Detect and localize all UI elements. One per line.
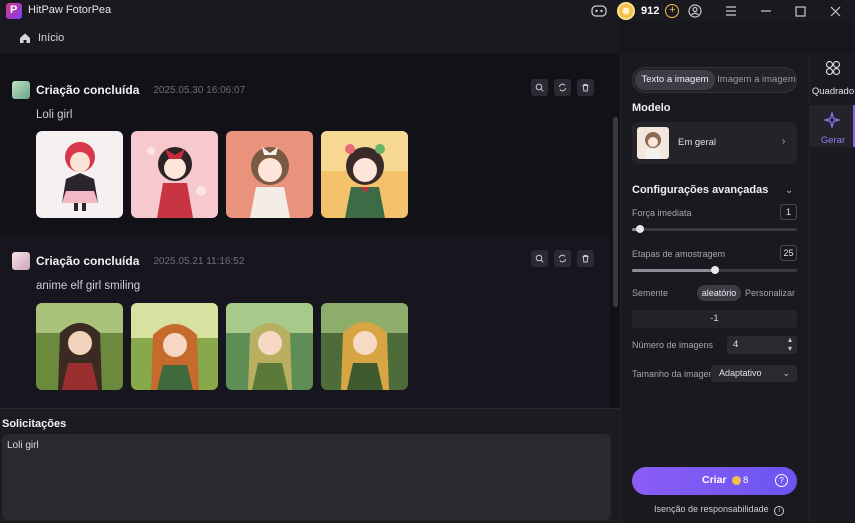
size-select[interactable]: Adaptativo ⌄ [711, 365, 797, 382]
create-label: Criar [702, 474, 727, 486]
model-name: Em geral [678, 137, 717, 148]
discord-icon[interactable] [590, 2, 608, 20]
steps-label: Etapas de amostragem [632, 249, 726, 259]
delete-button[interactable] [577, 79, 594, 96]
num-images-value: 4 [733, 339, 739, 350]
seed-custom-toggle[interactable]: Personalizar [745, 285, 795, 301]
size-value: Adaptativo [719, 368, 762, 378]
creation-feed[interactable]: Criação concluída 2025.05.30 16:06:07 Lo… [0, 53, 620, 408]
coin-balance[interactable]: 912 + [617, 1, 680, 21]
maximize-icon[interactable] [791, 2, 809, 20]
regenerate-button[interactable] [554, 79, 571, 96]
advanced-title: Configurações avançadas [632, 184, 769, 196]
regenerate-button[interactable] [554, 250, 571, 267]
tab-text-to-image[interactable]: Texto a imagem [635, 70, 715, 90]
steps-slider-knob[interactable] [711, 266, 719, 274]
home-icon [20, 33, 30, 43]
generated-image[interactable] [321, 303, 408, 390]
creation-avatar [12, 252, 30, 270]
coin-icon [732, 476, 741, 485]
chevron-down-icon[interactable]: ⌄ [785, 185, 793, 196]
add-coins-button[interactable]: + [665, 4, 680, 18]
trash-icon [582, 84, 589, 92]
generated-image[interactable] [226, 303, 313, 390]
breadcrumb-home[interactable]: Início [38, 32, 64, 44]
strength-value[interactable]: 1 [780, 204, 797, 220]
create-button[interactable]: Criar 8 ? [632, 467, 797, 495]
creation-card: Criação concluída 2025.05.30 16:06:07 Lo… [0, 65, 610, 235]
account-icon[interactable] [686, 2, 704, 20]
mode-switch: Texto a imagem Imagem a imagem [632, 67, 797, 93]
size-label: Tamanho da imagem [632, 369, 717, 379]
rail-item-gerar[interactable]: Gerar [810, 105, 855, 147]
right-rail: Quadrado Gerar [809, 53, 855, 523]
zoom-button[interactable] [531, 79, 548, 96]
card-prompt: Loli girl [36, 109, 73, 121]
seed-field[interactable]: -1 [632, 310, 797, 328]
steps-value[interactable]: 25 [780, 245, 797, 261]
app-logo [6, 3, 22, 19]
info-icon: i [774, 506, 785, 516]
steps-slider-fill [632, 269, 715, 272]
creation-avatar [12, 81, 30, 99]
model-selector[interactable]: Em geral › [632, 122, 797, 164]
model-title: Modelo [632, 102, 671, 114]
minimize-icon[interactable] [757, 2, 775, 20]
coin-icon [617, 2, 635, 20]
grid-icon [825, 60, 841, 76]
card-prompt: anime elf girl smiling [36, 280, 141, 292]
seed-random-toggle[interactable]: aleatório [697, 285, 741, 301]
generated-image[interactable] [131, 131, 218, 218]
create-cost: 8 [743, 475, 749, 486]
rail-label: Gerar [820, 135, 846, 146]
delete-button[interactable] [577, 250, 594, 267]
card-date: 2025.05.21 11:16:52 [153, 255, 245, 267]
trash-icon [582, 255, 589, 263]
prompt-input[interactable]: Loli girl [2, 434, 611, 520]
zoom-icon [535, 83, 544, 92]
zoom-button[interactable] [531, 250, 548, 267]
seed-label: Semente [632, 288, 669, 298]
prompt-area: Solicitações Loli girl [0, 408, 620, 523]
num-images-stepper[interactable]: 4 ▴ ▾ [727, 335, 797, 354]
disclaimer-link[interactable]: Isenção de responsabilidade i [654, 504, 785, 516]
strength-slider[interactable] [632, 225, 797, 233]
steps-slider[interactable] [632, 266, 797, 274]
coin-count: 912 [641, 5, 660, 17]
strength-slider-knob[interactable] [636, 225, 644, 233]
sparkle-icon [822, 110, 841, 130]
generated-image[interactable] [36, 131, 123, 218]
card-title: Criação concluída [36, 254, 140, 268]
breadcrumb[interactable]: Início [0, 22, 620, 53]
generated-image[interactable] [131, 303, 218, 390]
model-thumbnail [637, 127, 669, 159]
generated-image[interactable] [36, 303, 123, 390]
feed-scrollbar[interactable] [613, 117, 618, 307]
card-title: Criação concluída [36, 83, 140, 97]
creation-card: Criação concluída 2025.05.21 11:16:52 an… [0, 236, 610, 408]
menu-icon[interactable] [722, 2, 740, 20]
zoom-icon [535, 254, 544, 263]
generated-image[interactable] [321, 131, 408, 218]
refresh-icon [559, 254, 566, 263]
settings-panel: Texto a imagem Imagem a imagem Modelo Em… [620, 53, 809, 523]
help-icon[interactable]: ? [775, 474, 788, 487]
num-images-label: Número de imagens [632, 340, 714, 350]
card-date: 2025.05.30 16:06:07 [153, 84, 246, 96]
disclaimer-label: Isenção de responsabilidade [654, 504, 769, 514]
refresh-icon [559, 83, 566, 92]
title-bar: HitPaw FotorPea 912 + [0, 0, 855, 22]
app-title: HitPaw FotorPea [28, 4, 112, 16]
rail-item-quadrado[interactable]: Quadrado [810, 59, 855, 101]
rail-label: Quadrado [811, 86, 855, 97]
prompt-label: Solicitações [2, 418, 67, 430]
stepper-arrows-icon[interactable]: ▴ ▾ [788, 335, 792, 353]
chevron-right-icon: › [782, 136, 786, 147]
strength-label: Força imediata [632, 208, 692, 218]
chevron-down-icon: ⌄ [782, 368, 790, 378]
close-icon[interactable] [826, 2, 844, 20]
generated-image[interactable] [226, 131, 313, 218]
tab-image-to-image[interactable]: Imagem a imagem [717, 70, 796, 90]
